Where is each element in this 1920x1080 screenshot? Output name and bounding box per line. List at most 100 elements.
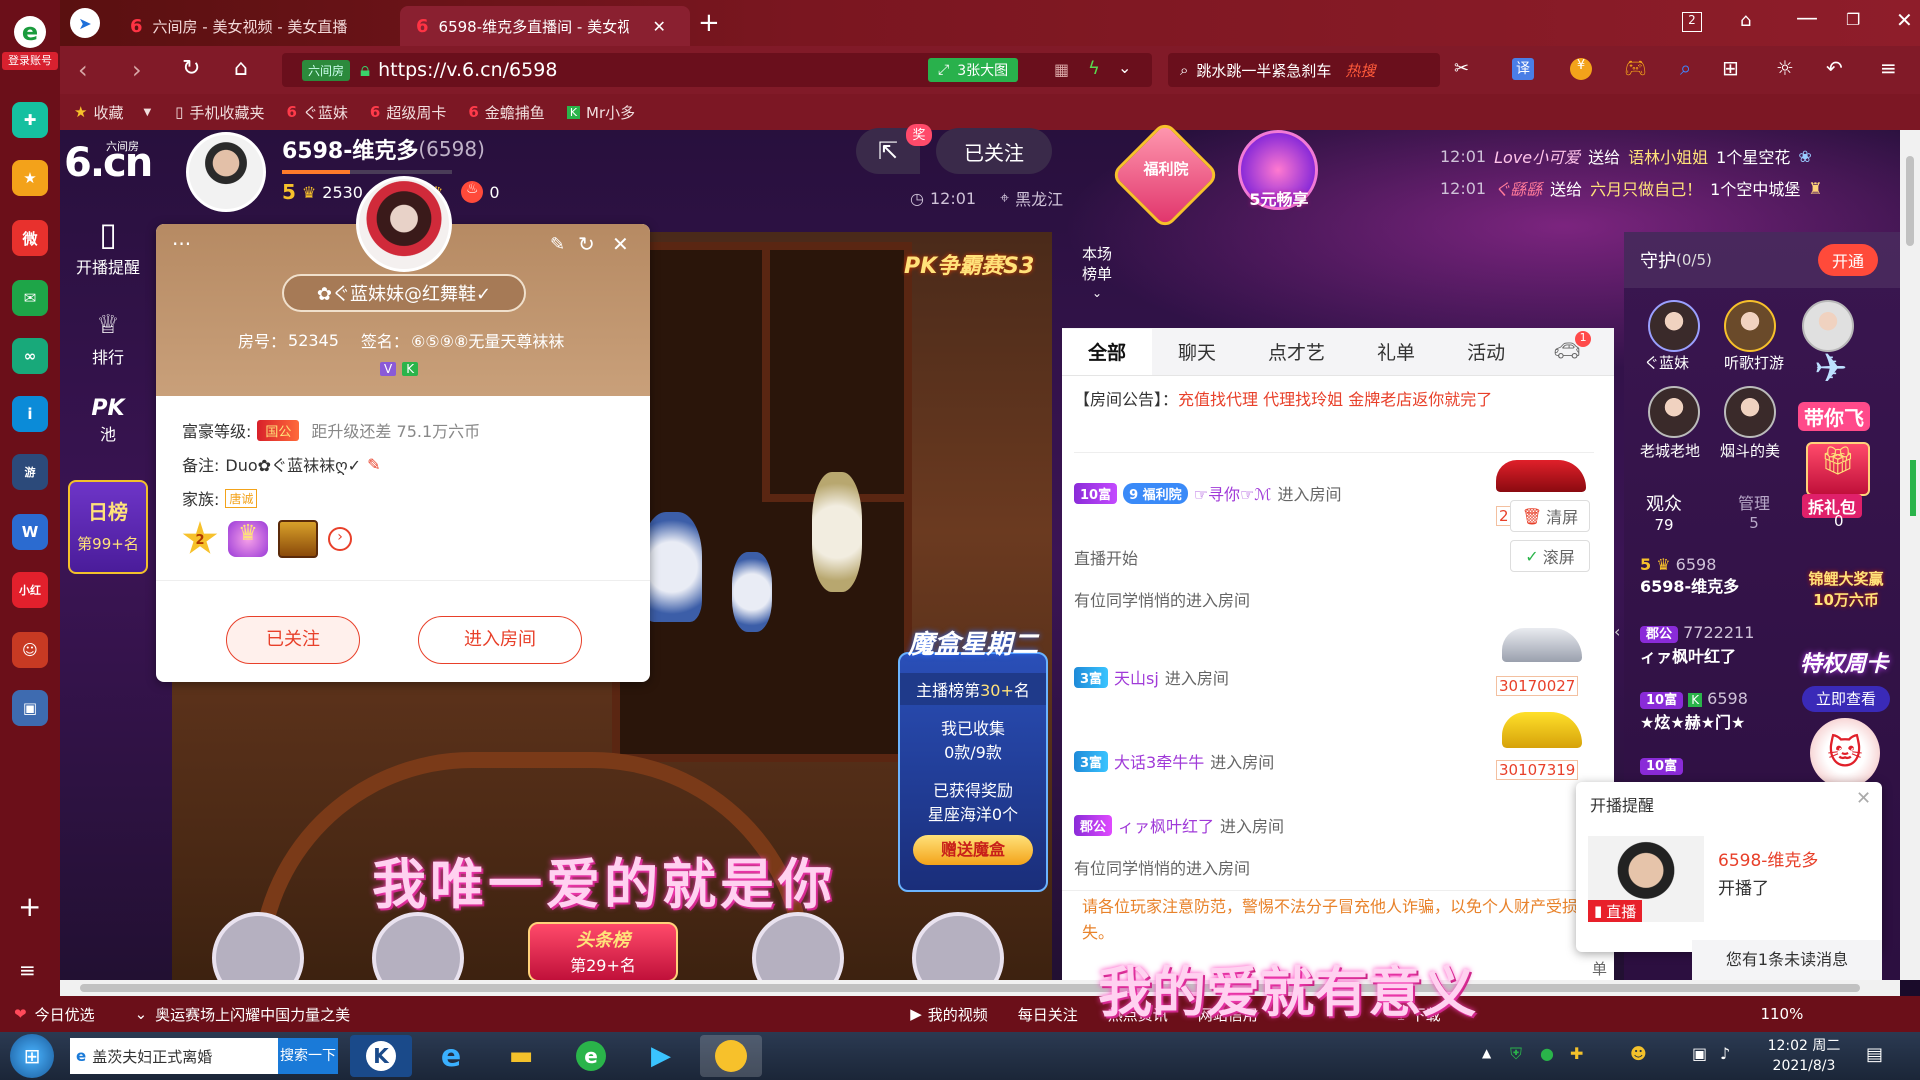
nav-ranking[interactable]: ♕ 排行 bbox=[66, 306, 150, 368]
guard-avatar[interactable] bbox=[1724, 386, 1776, 438]
chat-user[interactable]: ィァ枫叶红了 bbox=[1118, 813, 1214, 837]
tab-chat[interactable]: 聊天 bbox=[1152, 329, 1242, 375]
guard-open-button[interactable]: 开通 bbox=[1817, 244, 1878, 276]
tray-network-icon[interactable]: ▣ bbox=[1692, 1044, 1707, 1063]
restore-icon[interactable]: ❐ bbox=[1846, 10, 1860, 29]
url-field[interactable]: 六间房 🔒︎ https://v.6.cn/6598 bbox=[282, 53, 1152, 87]
tray-qq-icon[interactable]: ☻ bbox=[1630, 1044, 1647, 1063]
guard-avatar[interactable] bbox=[1648, 386, 1700, 438]
tray-volume-icon[interactable]: ♪ bbox=[1720, 1044, 1730, 1063]
add-app-icon[interactable]: + bbox=[18, 890, 41, 923]
brightness-icon[interactable]: ☼ bbox=[1776, 56, 1794, 80]
new-tab-button[interactable]: + bbox=[698, 8, 720, 38]
card-follow-button[interactable]: 已关注 bbox=[226, 616, 360, 664]
viewer-row[interactable]: 郡公 7722211 ィァ枫叶红了 bbox=[1640, 622, 1754, 668]
close-icon[interactable]: ✕ bbox=[1856, 788, 1871, 809]
koi-prize-banner[interactable]: 锦鲤大奖赢10万六币 bbox=[1804, 568, 1888, 610]
undo-icon[interactable]: ↶ bbox=[1826, 56, 1843, 80]
taskbar-search-box[interactable]: e 盖茨夫妇正式离婚 bbox=[70, 1038, 280, 1074]
bookmark-fishing[interactable]: 6 金蟾捕鱼 bbox=[468, 102, 544, 123]
guard-avatar[interactable] bbox=[1648, 300, 1700, 352]
bookmark-lanmei[interactable]: 6 ぐ蓝妹 bbox=[286, 102, 347, 123]
card-menu-icon[interactable]: ··· bbox=[172, 232, 191, 256]
privilege-card-banner[interactable]: 特权周卡 bbox=[1800, 646, 1888, 678]
tray-shield-icon[interactable]: ⛨ bbox=[1510, 1044, 1522, 1064]
daily-rank-card[interactable]: 日榜 第99+名 bbox=[68, 480, 148, 574]
tab-all[interactable]: 全部 bbox=[1062, 328, 1153, 375]
tab-bar-nav-icon[interactable]: ➤ bbox=[70, 8, 100, 38]
grid-icon[interactable]: ▦ bbox=[1054, 60, 1069, 79]
taskbar-app-icon[interactable] bbox=[700, 1035, 762, 1077]
forward-icon[interactable]: › bbox=[132, 56, 142, 84]
pk-contest-badge[interactable]: PK争霸赛S3 bbox=[904, 248, 1034, 280]
guard-avatar[interactable] bbox=[1802, 300, 1854, 352]
view-now-button[interactable]: 立即查看 bbox=[1802, 686, 1890, 712]
airplane-icon[interactable]: ✈ bbox=[1814, 346, 1848, 392]
coin-icon[interactable]: ¥ bbox=[1570, 58, 1592, 80]
bookmark-mrxiaoduo[interactable]: K Mr小多 bbox=[566, 102, 635, 123]
fly-with-you-badge[interactable]: 带你飞 bbox=[1798, 402, 1870, 431]
back-icon[interactable]: ‹ bbox=[78, 56, 88, 84]
chat-user[interactable]: ☞寻你☞ℳ bbox=[1194, 481, 1272, 505]
plus-app-icon[interactable]: ✚ bbox=[12, 102, 48, 138]
tab-gift-list[interactable]: 礼单 bbox=[1351, 329, 1441, 375]
tab-count-badge[interactable]: 2 bbox=[1682, 12, 1702, 32]
nav-live-reminder[interactable]: ▯ 开播提醒 bbox=[66, 214, 150, 278]
bookmark-mobile[interactable]: ▯ 手机收藏夹 bbox=[175, 102, 264, 123]
taskbar-clock[interactable]: 12:02 周二 2021/8/3 bbox=[1754, 1036, 1854, 1076]
today-picks[interactable]: 今日优选 bbox=[35, 1004, 95, 1025]
apps-grid-icon[interactable]: ⊞ bbox=[1722, 56, 1739, 80]
vertical-scrollbar[interactable] bbox=[1900, 130, 1920, 980]
refresh-icon[interactable]: ↻ bbox=[578, 232, 595, 256]
rank-label[interactable]: 本场榜单 bbox=[1082, 244, 1118, 284]
tab-home[interactable]: 6 六间房 - 美女视频 - 美女直播 bbox=[114, 6, 394, 46]
audience-tab[interactable]: 观众 79 bbox=[1646, 490, 1682, 534]
browser-logo-icon[interactable]: e bbox=[14, 16, 46, 48]
bolt-icon[interactable]: ϟ bbox=[1088, 58, 1100, 79]
unread-message-banner[interactable]: 您有1条未读消息 bbox=[1692, 940, 1882, 980]
taskbar-folder-icon[interactable]: ▬ bbox=[490, 1035, 552, 1077]
taskbar-k-icon[interactable]: K bbox=[350, 1035, 412, 1077]
news-headline[interactable]: 奥运赛场上闪耀中国力量之美 bbox=[155, 1004, 350, 1025]
viewer-row[interactable]: 10富 K 6598 ★炫★赫★门★ bbox=[1640, 688, 1748, 734]
collapse-chat-icon[interactable]: ‹ bbox=[1614, 622, 1620, 641]
dropdown-chevron-icon[interactable]: ⌄ bbox=[1118, 58, 1131, 77]
gamepad-icon[interactable]: 🎮︎ bbox=[1624, 58, 1647, 79]
taskbar-browser-icon[interactable]: e bbox=[560, 1035, 622, 1077]
windows-start-icon[interactable]: ⊞ bbox=[10, 1034, 54, 1078]
streamer-avatar[interactable] bbox=[186, 132, 266, 212]
redshop-icon[interactable]: 小红 bbox=[12, 572, 48, 608]
daily-focus[interactable]: 每日关注 bbox=[1018, 1004, 1078, 1025]
give-magic-box-button[interactable]: 赠送魔盒 bbox=[913, 835, 1033, 865]
more-medals-icon[interactable]: › bbox=[328, 527, 352, 551]
translate-icon[interactable]: 译 bbox=[1512, 58, 1534, 80]
close-icon[interactable]: ✕ bbox=[612, 232, 629, 256]
tab-live-room[interactable]: 6 6598-维克多直播间 - 美女视 ✕ bbox=[400, 6, 690, 46]
chevron-down-icon[interactable]: ⌄ bbox=[1092, 286, 1102, 300]
login-account-button[interactable]: 登录账号 bbox=[2, 52, 58, 70]
bookmark-weekcard[interactable]: 6 超级周卡 bbox=[370, 102, 446, 123]
tray-plus-icon[interactable]: ✚ bbox=[1570, 1044, 1583, 1063]
edit-remark-icon[interactable]: ✎ bbox=[367, 455, 380, 474]
family-badge[interactable]: 唐诚 bbox=[225, 488, 258, 508]
zoom-level[interactable]: 110% bbox=[1760, 1005, 1803, 1023]
clear-screen-button[interactable]: 🗑︎ 清屏 bbox=[1510, 500, 1590, 532]
follow-streamer-button[interactable]: 已关注 bbox=[936, 128, 1052, 174]
gift-box-icon[interactable]: 🎁︎ bbox=[1806, 442, 1870, 496]
mail-icon[interactable]: ✉ bbox=[12, 280, 48, 316]
cloud-icon[interactable]: ∞ bbox=[12, 338, 48, 374]
tray-up-icon[interactable]: ▲ bbox=[1482, 1046, 1491, 1060]
close-tab-icon[interactable]: ✕ bbox=[653, 17, 666, 36]
chat-user[interactable]: 大话3牵牛牛 bbox=[1114, 749, 1204, 773]
viewer-row[interactable]: 5 ♛ 6598 6598-维克多 bbox=[1640, 554, 1739, 598]
open-gift-pack-label[interactable]: 拆礼包 bbox=[1802, 494, 1863, 518]
tab-talent[interactable]: 点才艺 bbox=[1242, 329, 1351, 375]
city-game-icon[interactable]: ▣ bbox=[12, 690, 48, 726]
magnifier-icon[interactable]: ⌕ bbox=[1680, 56, 1691, 80]
lucky-cat-icon[interactable]: 🐱︎ bbox=[1810, 718, 1880, 788]
iqiyi-icon[interactable]: i bbox=[12, 396, 48, 432]
close-window-icon[interactable]: ✕ bbox=[1896, 8, 1913, 32]
image-mode-button[interactable]: ⤢ 3张大图 bbox=[928, 58, 1019, 82]
my-videos[interactable]: 我的视频 bbox=[928, 1004, 988, 1025]
car-icon[interactable]: 🚗︎ 1 bbox=[1553, 331, 1592, 364]
